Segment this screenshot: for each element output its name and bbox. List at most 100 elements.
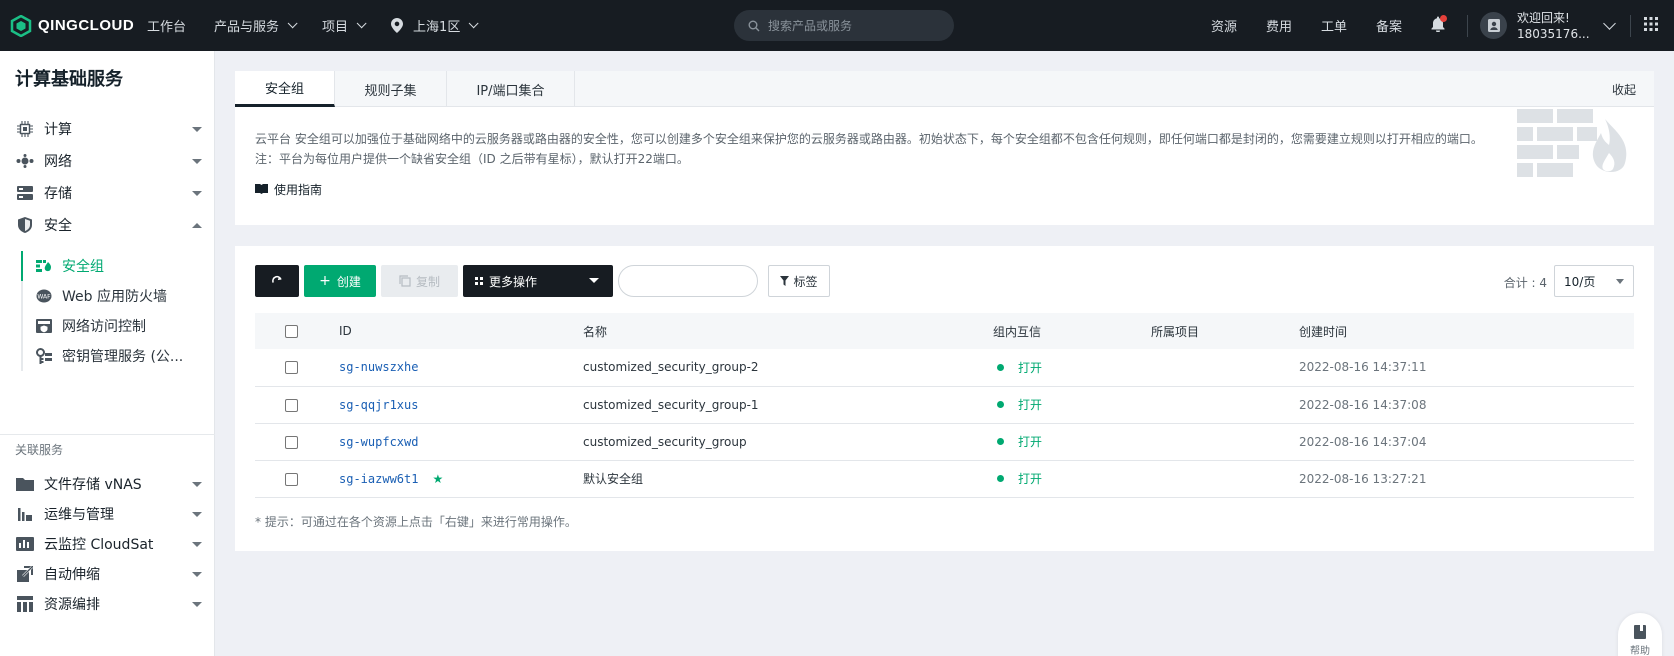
tag-label: 标签: [793, 274, 818, 289]
security-group-id-link[interactable]: sg-nuwszxhe: [339, 360, 418, 374]
location-pin-icon: [391, 18, 404, 33]
more-actions-label: 更多操作: [489, 274, 538, 289]
search-input[interactable]: [768, 18, 938, 33]
trust-status-label: 打开: [1018, 435, 1043, 449]
create-button[interactable]: + 创建: [304, 265, 376, 297]
column-header-id[interactable]: ID: [303, 313, 583, 349]
table-row[interactable]: sg-qqjr1xus customized_security_group-1 …: [255, 386, 1634, 423]
status-dot: [997, 401, 1004, 408]
sidebar-item-kms[interactable]: 密钥管理服务 (公...: [36, 341, 196, 371]
tag-filter-button[interactable]: 标签: [768, 265, 830, 297]
more-actions-dropdown[interactable]: 更多操作: [463, 265, 613, 297]
nav-filing[interactable]: 备案: [1376, 16, 1402, 35]
sidebar-item-label: 文件存储 vNAS: [44, 477, 142, 493]
caret-down-icon: [192, 190, 202, 196]
divider: [1467, 14, 1468, 37]
sidebar-item-label: 网络: [44, 154, 72, 170]
caret-down-icon: [192, 511, 202, 517]
toolbar: + 创建 复制 更多操作 标签: [255, 265, 835, 297]
sidebar-item-ops[interactable]: 运维与管理: [16, 499, 202, 529]
sidebar-item-orchestration[interactable]: 资源编排: [16, 589, 202, 619]
sidebar-sub-label: Web 应用防火墙: [62, 289, 167, 305]
region-selector[interactable]: 上海1区: [391, 16, 479, 35]
sidebar-item-autoscale[interactable]: 自动伸缩: [16, 559, 202, 589]
avatar[interactable]: [1480, 12, 1507, 39]
region-label: 上海1区: [413, 20, 461, 35]
sidebar-item-network[interactable]: 网络: [16, 146, 202, 176]
caret-down-icon: [192, 601, 202, 607]
nav-resources[interactable]: 资源: [1211, 16, 1237, 35]
trust-status: 打开: [993, 396, 1151, 413]
trust-status: 打开: [993, 470, 1151, 487]
sidebar-item-vnas[interactable]: 文件存储 vNAS: [16, 469, 202, 499]
user-welcome[interactable]: 欢迎回来! 18035176...: [1517, 10, 1589, 42]
submenu-rail: [21, 251, 23, 371]
column-header-trust[interactable]: 组内互信: [993, 313, 1151, 349]
caret-down-icon: [192, 571, 202, 577]
created-time: 2022-08-16 14:37:11: [1299, 360, 1427, 375]
row-checkbox[interactable]: [285, 398, 298, 412]
sidebar-item-security[interactable]: 安全: [16, 210, 202, 240]
row-checkbox[interactable]: [285, 435, 298, 449]
project-cell: [1151, 460, 1299, 497]
monitor-icon: [16, 536, 34, 552]
table-row[interactable]: sg-iazww6t1 ★ 默认安全组 打开 2022-08-16 13:27:2…: [255, 460, 1634, 497]
page-size-value: 10/页: [1564, 274, 1596, 289]
user-guide-link[interactable]: 使用指南: [255, 181, 322, 198]
nav-workbench[interactable]: 工作台: [147, 16, 186, 35]
key-icon: [36, 348, 52, 364]
tab-ip-port-set[interactable]: IP/端口集合: [447, 71, 575, 107]
row-checkbox[interactable]: [285, 472, 298, 486]
apps-grid-button[interactable]: [1644, 16, 1658, 35]
security-group-id-link[interactable]: sg-qqjr1xus: [339, 398, 418, 412]
search-icon: [748, 20, 760, 31]
nav-billing[interactable]: 费用: [1266, 16, 1292, 35]
caret-down-icon: [192, 481, 202, 487]
collapse-button[interactable]: 收起: [1612, 81, 1636, 98]
table-row[interactable]: sg-wupfcxwd customized_security_group 打开…: [255, 423, 1634, 460]
sidebar-item-access-control[interactable]: 网络访问控制: [36, 311, 196, 341]
column-header-project[interactable]: 所属项目: [1151, 313, 1299, 349]
nav-tickets[interactable]: 工单: [1321, 16, 1347, 35]
column-header-created[interactable]: 创建时间: [1299, 313, 1634, 349]
sidebar-item-waf[interactable]: WAF Web 应用防火墙: [36, 281, 196, 311]
row-checkbox[interactable]: [285, 361, 298, 375]
sidebar-item-label: 运维与管理: [44, 507, 114, 523]
caret-down-icon: [1616, 279, 1624, 284]
security-group-id-link[interactable]: sg-iazww6t1: [339, 472, 418, 486]
column-header-name[interactable]: 名称: [583, 313, 993, 349]
help-button[interactable]: 帮助: [1618, 613, 1662, 656]
sidebar-item-cloudsat[interactable]: 云监控 CloudSat: [16, 529, 202, 559]
security-group-table: ID 名称 组内互信 所属项目 创建时间 sg-nuwszxhe customi…: [255, 313, 1634, 498]
security-group-id-link[interactable]: sg-wupfcxwd: [339, 435, 418, 449]
created-time: 2022-08-16 13:27:21: [1299, 471, 1427, 486]
select-all-checkbox[interactable]: [285, 325, 298, 338]
logo[interactable]: QINGCLOUD: [10, 14, 147, 37]
page-size-select[interactable]: 10/页: [1554, 265, 1634, 297]
sidebar-item-storage[interactable]: 存储: [16, 178, 202, 208]
chevron-down-icon: [287, 18, 298, 29]
shield-icon: [16, 217, 34, 233]
tab-rule-subset[interactable]: 规则子集: [335, 71, 447, 107]
sidebar-item-label: 计算: [44, 122, 72, 138]
nav-products[interactable]: 产品与服务: [214, 16, 298, 35]
submenu-active-indicator: [21, 251, 23, 281]
notification-button[interactable]: [1431, 14, 1447, 36]
chevron-down-icon[interactable]: [1603, 16, 1616, 30]
sidebar-item-compute[interactable]: 计算: [16, 114, 202, 144]
table-row[interactable]: sg-nuwszxhe customized_security_group-2 …: [255, 349, 1634, 386]
sidebar-item-security-group[interactable]: 安全组: [36, 251, 196, 281]
status-dot: [997, 475, 1004, 482]
refresh-button[interactable]: [255, 265, 299, 297]
filter-input[interactable]: [618, 265, 758, 297]
default-star-icon: ★: [432, 471, 444, 486]
copy-button[interactable]: 复制: [381, 265, 458, 297]
nav-projects[interactable]: 项目: [322, 16, 367, 35]
ops-icon: [16, 506, 34, 522]
global-search[interactable]: [734, 10, 954, 41]
filter-icon: [780, 276, 790, 286]
copy-label: 复制: [415, 274, 440, 289]
tab-security-group[interactable]: 安全组: [235, 71, 335, 107]
waf-icon: WAF: [36, 289, 52, 303]
status-dot: [997, 438, 1004, 445]
